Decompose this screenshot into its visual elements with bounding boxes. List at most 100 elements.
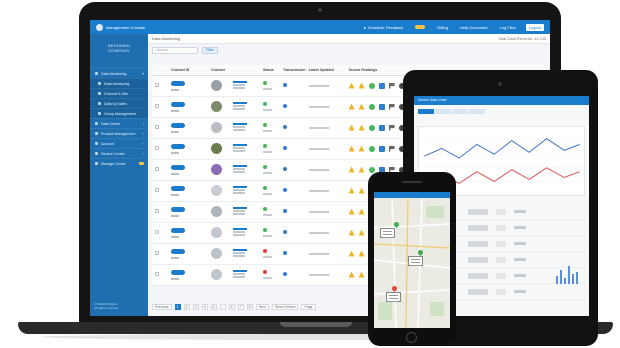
phone-home-button[interactable]: [406, 332, 417, 343]
channel-id-badge[interactable]: [171, 164, 185, 170]
sidebar-item-service-center[interactable]: Service Center ›: [90, 148, 148, 158]
page-4-button[interactable]: 4: [201, 304, 208, 310]
row-checkbox[interactable]: [155, 251, 159, 255]
map-popup[interactable]: [408, 256, 423, 266]
map-popup[interactable]: [386, 292, 401, 302]
bullet-icon: [98, 112, 101, 115]
page-6-button[interactable]: 6: [228, 304, 235, 310]
device-info-cell: [230, 117, 260, 139]
entries-per-page-select[interactable]: Show Entries: [271, 304, 299, 310]
monitor-icon: [95, 72, 98, 75]
page-5-button[interactable]: 5: [210, 304, 217, 310]
row-checkbox[interactable]: [155, 230, 159, 234]
col-latest-updated[interactable]: Latest Updated: [305, 65, 346, 76]
tablet-tab-4[interactable]: [469, 109, 485, 114]
status-indicator-icon: [263, 186, 267, 190]
channel-id-badge[interactable]: [171, 248, 185, 254]
page-2-button[interactable]: 2: [183, 304, 190, 310]
col-channel-id[interactable]: Channel ID: [168, 65, 208, 76]
topbar-link-logs[interactable]: Log Files: [500, 25, 516, 30]
row-checkbox[interactable]: [155, 125, 159, 129]
device-image: [211, 268, 222, 280]
record-count: Total Data Records: 11,130: [497, 36, 546, 41]
page-1-button[interactable]: 1: [174, 304, 181, 310]
laptop-hinge-notch: [280, 322, 352, 327]
box-icon: [95, 132, 98, 135]
next-page-button[interactable]: Next: [255, 304, 269, 310]
page-8-button[interactable]: 8: [246, 304, 253, 310]
sidebar-item-account[interactable]: Account ›: [90, 138, 148, 148]
tablet-tab-1[interactable]: [418, 109, 434, 114]
sidebar-item-data-center[interactable]: Data Center ›: [90, 118, 148, 128]
sidebar-subitem-data-by-dates[interactable]: Data by Dates: [90, 98, 148, 108]
tablet-tab-3[interactable]: [452, 109, 468, 114]
channel-id-badge[interactable]: [171, 206, 185, 212]
chevron-right-icon: ›: [142, 131, 144, 136]
sensor-reading-icon: [348, 166, 355, 173]
channel-id-badge[interactable]: [171, 80, 185, 86]
sensor-reading-icon: [358, 166, 365, 173]
row-checkbox[interactable]: [155, 272, 159, 276]
search-input[interactable]: ⌕ Search: [152, 46, 198, 54]
row-checkbox[interactable]: [155, 167, 159, 171]
go-to-page-input[interactable]: Page: [301, 304, 316, 310]
sensor-reading-icon: [348, 124, 355, 131]
channel-id-badge[interactable]: [171, 227, 185, 233]
logout-button[interactable]: Logout: [525, 23, 544, 31]
channel-id-badge[interactable]: [171, 185, 185, 191]
sidebar-item-data-monitoring[interactable]: Data Monitoring ▾: [90, 68, 148, 78]
schedule-feedback-link[interactable]: ● Schedule Feedback: [364, 25, 404, 30]
channel-id-cell: [168, 117, 208, 139]
row-checkbox[interactable]: [155, 209, 159, 213]
filter-bar: ⌕ Search Filter: [148, 44, 550, 56]
sensor-reading-icon: [388, 124, 395, 131]
map-popup[interactable]: [380, 228, 395, 238]
col-transmission[interactable]: Transmission: [280, 65, 306, 76]
sensor-reading-icon: [348, 208, 355, 215]
transmission-cell: [280, 138, 306, 160]
device-image: [211, 142, 222, 154]
brand-logo-icon: [96, 23, 103, 31]
topbar-link-billing[interactable]: Billing: [437, 25, 448, 30]
tablet-tab-2[interactable]: [435, 109, 451, 114]
status-indicator-icon: [263, 207, 267, 211]
sidebar-subitem-group-management[interactable]: Group Management: [90, 108, 148, 118]
row-checkbox[interactable]: [155, 188, 159, 192]
col-channel[interactable]: Channel: [208, 65, 230, 76]
device-image: [211, 226, 222, 238]
page-7-button[interactable]: 7: [237, 304, 244, 310]
sidebar-subitem-channel-site[interactable]: Channel & Site: [90, 88, 148, 98]
channel-id-badge[interactable]: [171, 101, 185, 107]
col-select[interactable]: [152, 65, 168, 76]
signal-icon: [283, 188, 287, 192]
row-checkbox[interactable]: [155, 146, 159, 150]
page-3-button[interactable]: 3: [192, 304, 199, 310]
top-bar: Management Console ● Schedule Feedback B…: [90, 20, 550, 34]
row-checkbox-cell: [152, 117, 168, 139]
channel-id-cell: [168, 75, 208, 97]
device-image: [211, 79, 222, 91]
device-thumb-cell: [208, 201, 230, 223]
sidebar: BEHUMAN COMPANY Data Monitoring ▾ Data M…: [90, 34, 148, 316]
status-cell: [260, 117, 280, 139]
brand[interactable]: Management Console: [96, 23, 145, 31]
row-checkbox[interactable]: [155, 83, 159, 87]
phone-screen: [374, 192, 450, 328]
row-checkbox[interactable]: [155, 104, 159, 108]
sensor-reading-icon: [348, 82, 355, 89]
sidebar-item-manage-center[interactable]: Manage Center: [90, 158, 148, 168]
channel-id-badge[interactable]: [171, 269, 185, 275]
device-thumb-cell: [208, 159, 230, 181]
sidebar-item-product-management[interactable]: Product Management ›: [90, 128, 148, 138]
channel-id-badge[interactable]: [171, 143, 185, 149]
col-status[interactable]: Status: [260, 65, 280, 76]
prev-page-button[interactable]: Previous: [152, 304, 172, 310]
channel-id-badge[interactable]: [171, 122, 185, 128]
status-cell: [260, 96, 280, 118]
device-thumb-cell: [208, 138, 230, 160]
notification-toggle[interactable]: [415, 25, 426, 29]
sensor-reading-icon: [348, 271, 355, 278]
sidebar-subitem-monitoring[interactable]: Data Monitoring: [90, 78, 148, 88]
topbar-link-help[interactable]: Help Document: [460, 25, 488, 30]
filter-button[interactable]: Filter: [202, 46, 218, 54]
